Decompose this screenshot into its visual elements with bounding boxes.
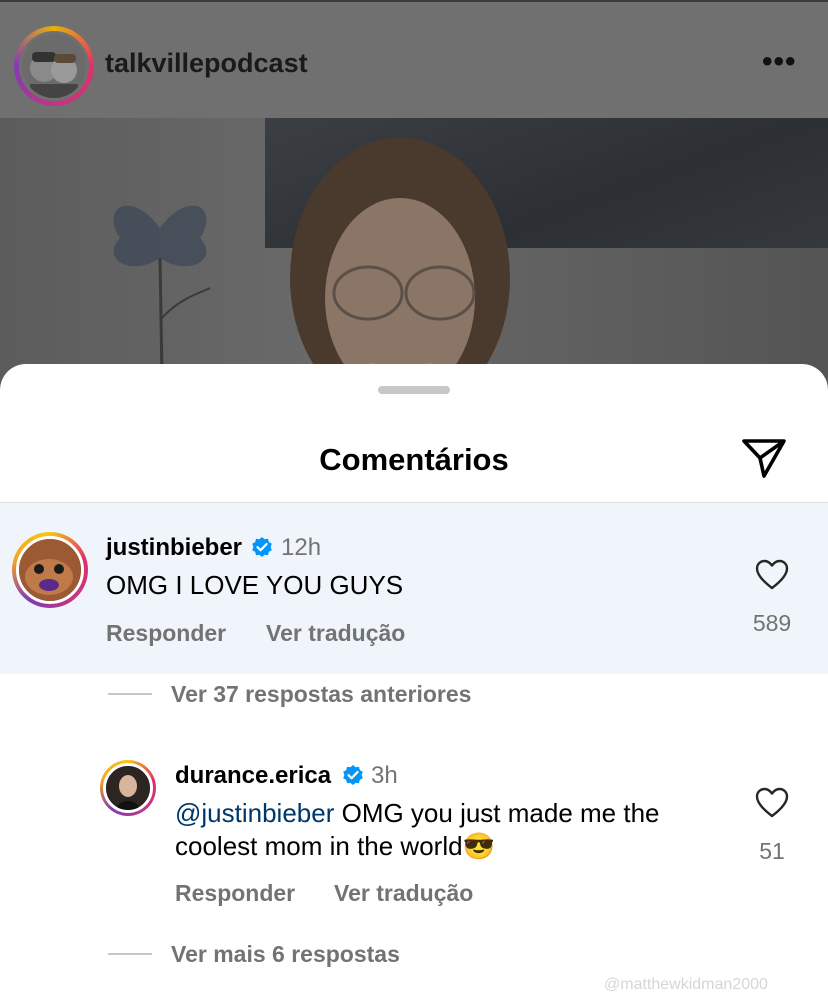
reply-text: @justinbieber OMG you just made me the c… (175, 797, 735, 863)
avatar (103, 763, 153, 813)
reply-text-line2: coolest mom in the world (175, 831, 463, 861)
flower-decoration (113, 205, 211, 378)
heart-icon[interactable] (755, 787, 789, 819)
reply-timestamp: 3h (371, 762, 398, 789)
paper-plane-icon[interactable] (740, 436, 788, 480)
comments-sheet: Comentários justinbieber 12h OMG I LOVE … (0, 364, 828, 1008)
view-more-replies-link[interactable]: Ver mais 6 respostas (171, 941, 400, 968)
verified-badge-icon (343, 765, 363, 785)
like-count: 51 (759, 838, 785, 864)
avatar (16, 536, 84, 604)
replies-divider-line (108, 693, 152, 695)
more-horizontal-icon[interactable]: ••• (762, 47, 797, 77)
reply-avatar-ring[interactable] (100, 760, 156, 816)
sheet-grabber[interactable] (378, 386, 450, 394)
sunglasses-emoji: 😎 (462, 831, 495, 861)
mention-link[interactable]: @justinbieber (175, 798, 334, 828)
podcast-avatar (19, 31, 89, 101)
reply-text-line1: OMG you just made me the (334, 798, 660, 828)
comment-text: OMG I LOVE YOU GUYS (106, 570, 404, 600)
person-in-video (290, 138, 510, 378)
post-avatar-ring[interactable] (14, 26, 94, 106)
post-username[interactable]: talkvillepodcast (105, 48, 308, 79)
verified-badge-icon (252, 537, 272, 557)
video-frame (0, 118, 828, 378)
see-translation-button[interactable]: Ver tradução (334, 880, 473, 907)
post-header: talkvillepodcast ••• (0, 0, 828, 118)
reply-button[interactable]: Responder (175, 880, 295, 907)
heart-icon[interactable] (755, 559, 789, 591)
like-count: 589 (752, 610, 792, 636)
comment-avatar-ring[interactable] (12, 532, 88, 608)
comment-timestamp: 12h (281, 534, 322, 561)
reply-username[interactable]: durance.erica (175, 762, 331, 790)
watermark: @matthewkidman2000 (604, 976, 768, 993)
see-translation-button[interactable]: Ver tradução (266, 620, 405, 647)
replies-divider-line (108, 953, 152, 955)
comment-username[interactable]: justinbieber (106, 534, 242, 562)
sheet-title: Comentários (319, 442, 509, 477)
reply-button[interactable]: Responder (106, 620, 226, 647)
view-previous-replies-link[interactable]: Ver 37 respostas anteriores (171, 681, 471, 708)
